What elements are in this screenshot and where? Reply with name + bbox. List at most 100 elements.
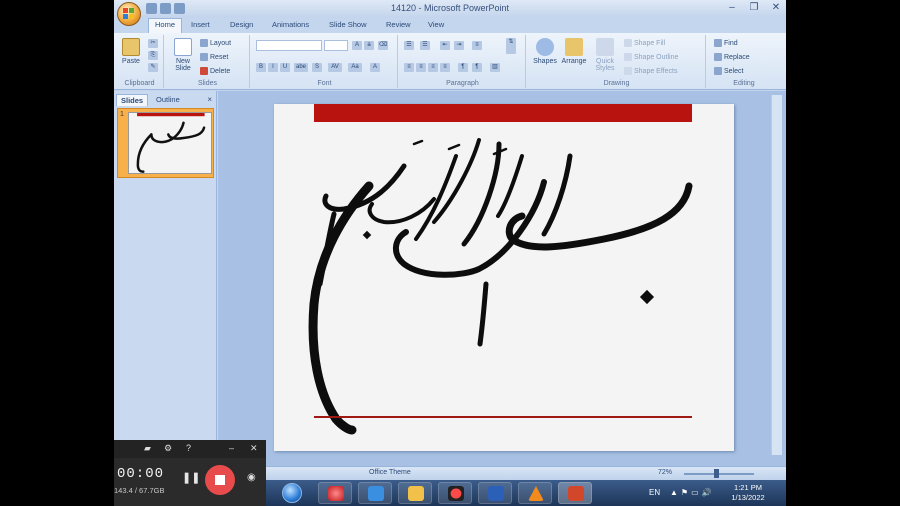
shape-outline-button[interactable]: Shape Outline <box>624 53 678 61</box>
justify-icon[interactable]: ≡ <box>440 63 450 72</box>
slides-pane: Slides Outline × 1 <box>114 91 217 466</box>
reset-button[interactable]: Reset <box>200 53 228 61</box>
ltr-icon[interactable]: ¶ <box>472 63 482 72</box>
font-label: Font <box>317 80 332 87</box>
recorder-icon <box>448 486 464 501</box>
new-slide-button[interactable]: New Slide <box>170 38 196 72</box>
font-name-field[interactable] <box>256 40 322 51</box>
drawing-group: Shapes Arrange Quick Styles Shape Fill S… <box>528 35 706 88</box>
ribbon: Paste ✂ ⎘ ✎ Clipboard New Slide Layout R… <box>114 33 786 90</box>
strikethrough-button[interactable]: abe <box>294 63 308 72</box>
taskbar-app-1[interactable] <box>318 482 352 504</box>
reset-icon <box>200 53 208 61</box>
title-bar: 14120 - Microsoft PowerPoint – ❐ ✕ <box>114 0 786 26</box>
grow-font-icon[interactable]: A <box>352 41 362 50</box>
bold-button[interactable]: B <box>256 63 266 72</box>
zoom-level[interactable]: 72% <box>658 469 672 476</box>
slide-thumbnail[interactable]: 1 <box>117 108 214 178</box>
folder-icon[interactable]: ▰ <box>144 443 151 454</box>
maximize-button[interactable]: ❐ <box>748 2 760 13</box>
align-left-icon[interactable]: ≡ <box>404 63 414 72</box>
clipboard-label: Clipboard <box>124 80 155 87</box>
align-center-icon[interactable]: ≡ <box>416 63 426 72</box>
taskbar-app-5[interactable] <box>478 482 512 504</box>
office-button[interactable] <box>117 2 141 26</box>
copy-icon[interactable]: ⎘ <box>148 51 158 60</box>
italic-button[interactable]: I <box>268 63 278 72</box>
close-button[interactable]: ✕ <box>770 2 782 13</box>
underline-button[interactable]: U <box>280 63 290 72</box>
spacing-button[interactable]: AV <box>328 63 342 72</box>
cut-icon[interactable]: ✂ <box>148 39 158 48</box>
change-case-button[interactable]: Aa <box>348 63 362 72</box>
taskbar-app-4[interactable] <box>438 482 472 504</box>
help-icon[interactable]: ? <box>186 443 191 453</box>
shape-fill-button[interactable]: Shape Fill <box>624 39 665 47</box>
tab-slides[interactable]: Slides <box>116 94 149 106</box>
arrange-label: Arrange <box>561 58 587 65</box>
taskbar-app-3[interactable] <box>398 482 432 504</box>
tab-insert[interactable]: Insert <box>191 20 210 29</box>
start-button-icon[interactable] <box>282 483 302 503</box>
calligraphy-image[interactable] <box>274 104 734 451</box>
pause-icon[interactable]: ❚❚ <box>182 471 200 484</box>
numbering-icon[interactable]: ☰ <box>420 41 430 50</box>
vertical-scrollbar[interactable] <box>771 95 782 455</box>
tab-slide-show[interactable]: Slide Show <box>329 20 367 29</box>
powerpoint-icon <box>568 486 584 501</box>
recorder-toolbar: ▰ ⚙ ? – ✕ <box>114 440 266 458</box>
camera-icon[interactable]: ◉ <box>247 472 256 483</box>
bullets-icon[interactable]: ☰ <box>404 41 414 50</box>
line-spacing-icon[interactable]: ≡ <box>472 41 482 50</box>
shadow-button[interactable]: S <box>312 63 322 72</box>
replace-icon <box>714 53 722 61</box>
tab-outline[interactable]: Outline <box>152 94 184 105</box>
taskbar-app-6[interactable] <box>518 482 552 504</box>
clock[interactable]: 1:21 PM 1/13/2022 <box>726 483 770 503</box>
tab-design[interactable]: Design <box>230 20 253 29</box>
tab-view[interactable]: View <box>428 20 444 29</box>
columns-icon[interactable]: ▥ <box>490 63 500 72</box>
text-direction-icon[interactable]: ⇅ <box>506 38 516 54</box>
select-icon <box>714 67 722 75</box>
zoom-slider[interactable] <box>684 473 754 475</box>
close-icon[interactable]: ✕ <box>250 443 258 454</box>
replace-button[interactable]: Replace <box>714 53 750 61</box>
taskbar-app-2[interactable] <box>358 482 392 504</box>
shapes-button[interactable]: Shapes <box>532 38 558 65</box>
language-indicator[interactable]: EN <box>649 488 660 497</box>
zoom-slider-thumb[interactable] <box>714 469 719 478</box>
shape-effects-button[interactable]: Shape Effects <box>624 67 677 75</box>
minimize-button[interactable]: – <box>726 2 738 13</box>
clear-format-icon[interactable]: ⌫ <box>378 41 388 50</box>
arrange-button[interactable]: Arrange <box>560 38 588 65</box>
stop-icon <box>215 475 225 485</box>
clock-time: 1:21 PM <box>734 483 762 492</box>
font-color-button[interactable]: A <box>370 63 380 72</box>
pane-close-button[interactable]: × <box>207 95 212 104</box>
format-painter-icon[interactable]: ✎ <box>148 63 158 72</box>
font-size-field[interactable] <box>324 40 348 51</box>
minimize-icon[interactable]: – <box>229 443 234 453</box>
tab-home[interactable]: Home <box>148 18 183 33</box>
rtl-icon[interactable]: ¶ <box>458 63 468 72</box>
clock-date: 1/13/2022 <box>731 493 765 502</box>
tab-review[interactable]: Review <box>386 20 411 29</box>
slide-canvas[interactable] <box>274 104 734 451</box>
find-button[interactable]: Find <box>714 39 738 47</box>
stop-recording-button[interactable] <box>205 465 235 495</box>
increase-indent-icon[interactable]: ⇥ <box>454 41 464 50</box>
align-right-icon[interactable]: ≡ <box>428 63 438 72</box>
decrease-indent-icon[interactable]: ⇤ <box>440 41 450 50</box>
select-button[interactable]: Select <box>714 67 743 75</box>
taskbar-app-7[interactable] <box>558 482 592 504</box>
shrink-font-icon[interactable]: a <box>364 41 374 50</box>
tray-icons[interactable]: ▲⚑▭🔊 <box>670 488 715 497</box>
quick-styles-button[interactable]: Quick Styles <box>590 38 620 72</box>
paste-button[interactable]: Paste <box>120 38 142 65</box>
delete-button[interactable]: Delete <box>200 67 230 75</box>
tab-animations[interactable]: Animations <box>272 20 309 29</box>
layout-button[interactable]: Layout <box>200 39 231 47</box>
slides-group: New Slide Layout Reset Delete Slides <box>166 35 250 88</box>
settings-icon[interactable]: ⚙ <box>164 443 172 454</box>
